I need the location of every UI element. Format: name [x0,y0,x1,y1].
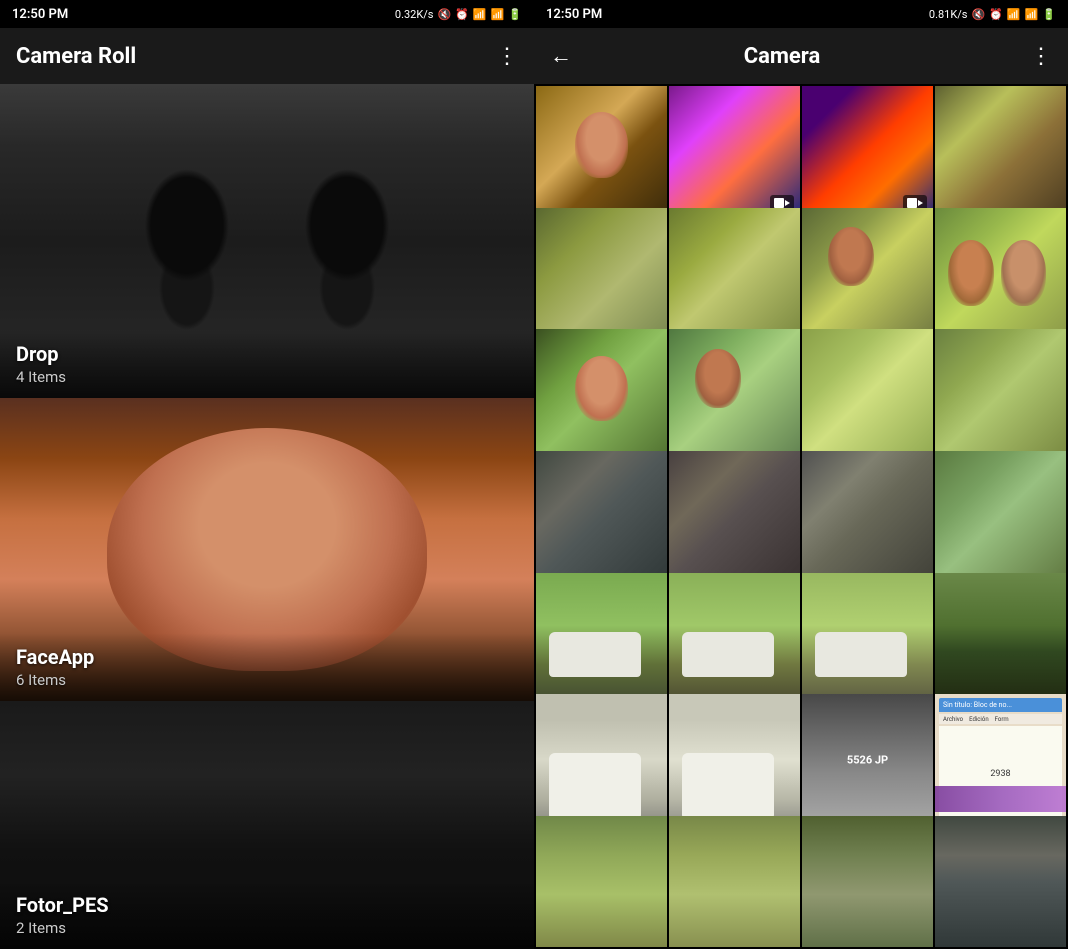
right-panel: 12:50 PM 0.81K/s 🔇 ⏰ 📶 📶 🔋 ← Camera ⋮ [534,0,1068,949]
purple-bar [935,786,1066,812]
left-panel: 12:50 PM 0.32K/s 🔇 ⏰ 📶 📶 🔋 Camera Roll ⋮… [0,0,534,949]
album-drop-info: Drop 4 Items [0,330,534,398]
left-menu-button[interactable]: ⋮ [496,44,518,69]
album-drop[interactable]: Drop 4 Items [0,84,534,398]
album-faceapp[interactable]: FaceApp 6 Items [0,398,534,701]
photo-cell[interactable] [669,329,800,460]
photo-grid: 5526 JP Sin título: Bloc de no... Archiv… [534,84,1068,949]
photo-cell[interactable] [802,816,933,947]
photo-cell[interactable] [669,451,800,582]
album-fotor-name: Fotor_PES [16,893,518,917]
signal-icon: 📶 [491,8,505,21]
mute-icon: 🔇 [437,8,451,21]
van-shape [549,753,641,819]
photo-cell[interactable]: 5526 JP [802,694,933,825]
photo-cell[interactable] [935,208,1066,339]
right-menu-button[interactable]: ⋮ [1030,44,1052,69]
right-status-bar: 12:50 PM 0.81K/s 🔇 ⏰ 📶 📶 🔋 [534,0,1068,28]
right-signal-icon: 📶 [1025,8,1039,21]
photo-cell[interactable] [802,86,933,217]
photo-cell[interactable] [669,573,800,704]
face-overlay [575,356,627,422]
right-alarm-icon: ⏰ [989,8,1003,21]
wifi-icon: 📶 [473,8,487,21]
screenshot-title-bar: Sin título: Bloc de no... [939,698,1062,712]
photo-cell[interactable] [802,329,933,460]
left-status-icons: 0.32K/s 🔇 ⏰ 📶 📶 🔋 [395,8,522,21]
van-shape [549,632,641,678]
photo-cell[interactable] [935,451,1066,582]
photo-cell[interactable] [536,451,667,582]
photo-cell[interactable] [802,208,933,339]
album-fotor[interactable]: Fotor_PES 2 Items [0,701,534,949]
album-faceapp-info: FaceApp 6 Items [0,633,534,701]
right-status-icons: 0.81K/s 🔇 ⏰ 📶 📶 🔋 [929,8,1056,21]
photo-cell[interactable]: Sin título: Bloc de no... Archivo Edició… [935,694,1066,825]
photo-cell[interactable] [536,329,667,460]
photo-cell[interactable] [935,816,1066,947]
menu-archivo: Archivo [943,716,963,723]
photo-cell[interactable] [935,86,1066,217]
license-plate: 5526 JP [847,753,888,766]
right-header: ← Camera ⋮ [534,28,1068,84]
photo-cell[interactable] [536,86,667,217]
screenshot-title-text: Sin título: Bloc de no... [943,701,1012,709]
album-drop-name: Drop [16,342,518,366]
photo-cell[interactable] [536,694,667,825]
album-fotor-count: 2 Items [16,919,518,937]
screenshot-menu-bar: Archivo Edición Form [939,714,1062,724]
photo-cell[interactable] [669,694,800,825]
camera-roll-title: Camera Roll [16,44,136,69]
screenshot-overlay: Sin título: Bloc de no... Archivo Edició… [935,694,1066,825]
screenshot-number: 2938 [990,769,1010,779]
photo-cell[interactable] [536,208,667,339]
right-mute-icon: 🔇 [971,8,985,21]
van-shape [815,632,907,678]
album-faceapp-name: FaceApp [16,645,518,669]
face-overlay [695,349,741,408]
face-overlay [575,112,627,178]
album-drop-count: 4 Items [16,368,518,386]
right-wifi-icon: 📶 [1007,8,1021,21]
van-shape [682,632,774,678]
photo-cell[interactable] [536,573,667,704]
photo-cell[interactable] [802,451,933,582]
face-overlay [828,227,874,286]
right-speed: 0.81K/s [929,8,968,21]
left-status-bar: 12:50 PM 0.32K/s 🔇 ⏰ 📶 📶 🔋 [0,0,534,28]
menu-edicion: Edición [969,716,989,723]
right-battery-icon: 🔋 [1042,8,1056,21]
photo-cell[interactable] [669,86,800,217]
battery-icon: 🔋 [508,8,522,21]
photo-cell[interactable] [669,208,800,339]
photo-cell[interactable] [536,816,667,947]
back-button[interactable]: ← [550,43,572,69]
photo-cell[interactable] [802,573,933,704]
left-speed: 0.32K/s [395,8,434,21]
camera-title: Camera [588,44,976,69]
face-overlay [1001,240,1047,306]
menu-form: Form [995,716,1009,723]
photo-cell[interactable] [669,816,800,947]
albums-list: Drop 4 Items FaceApp 6 Items Fotor_PES 2… [0,84,534,949]
face-overlay [948,240,994,306]
van-shape [682,753,774,819]
album-fotor-info: Fotor_PES 2 Items [0,881,534,949]
photo-cell[interactable] [935,573,1066,704]
left-header: Camera Roll ⋮ [0,28,534,84]
photo-cell[interactable] [935,329,1066,460]
album-faceapp-count: 6 Items [16,671,518,689]
right-status-time: 12:50 PM [546,7,602,22]
alarm-icon: ⏰ [455,8,469,21]
left-status-time: 12:50 PM [12,7,68,22]
